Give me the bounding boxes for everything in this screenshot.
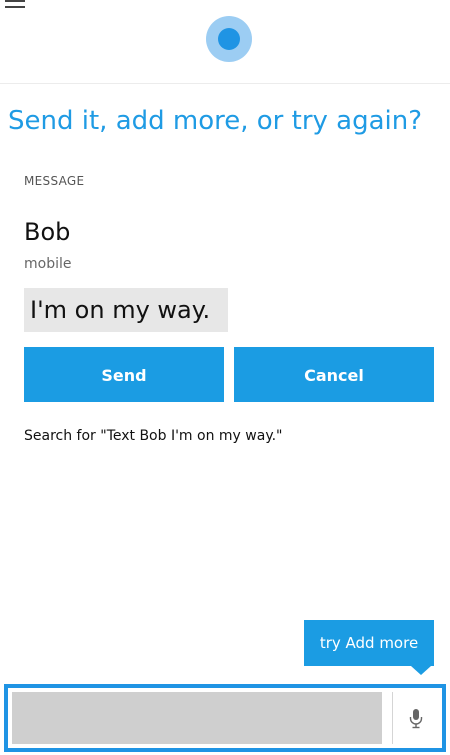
prompt-heading: Send it, add more, or try again? — [8, 106, 423, 136]
microphone-button[interactable] — [392, 692, 439, 744]
web-search-link[interactable]: Search for "Text Bob I'm on my way." — [24, 428, 283, 444]
hamburger-menu-icon[interactable] — [5, 0, 25, 14]
send-button[interactable]: Send — [24, 347, 224, 402]
tooltip-pointer — [411, 666, 431, 675]
cortana-message-screen: Send it, add more, or try again? MESSAGE… — [0, 0, 450, 755]
ask-input-bar — [4, 684, 446, 752]
message-section-label: MESSAGE — [24, 174, 85, 188]
cortana-ring-icon[interactable] — [206, 16, 252, 62]
recipient-name[interactable]: Bob — [24, 218, 70, 246]
top-bar — [0, 0, 450, 84]
microphone-icon — [409, 709, 423, 729]
message-text-field[interactable]: I'm on my way. — [24, 288, 228, 332]
ask-input[interactable] — [12, 692, 382, 744]
suggestion-tooltip[interactable]: try Add more — [304, 620, 434, 666]
recipient-phone-type: mobile — [24, 256, 72, 272]
cancel-button[interactable]: Cancel — [234, 347, 434, 402]
